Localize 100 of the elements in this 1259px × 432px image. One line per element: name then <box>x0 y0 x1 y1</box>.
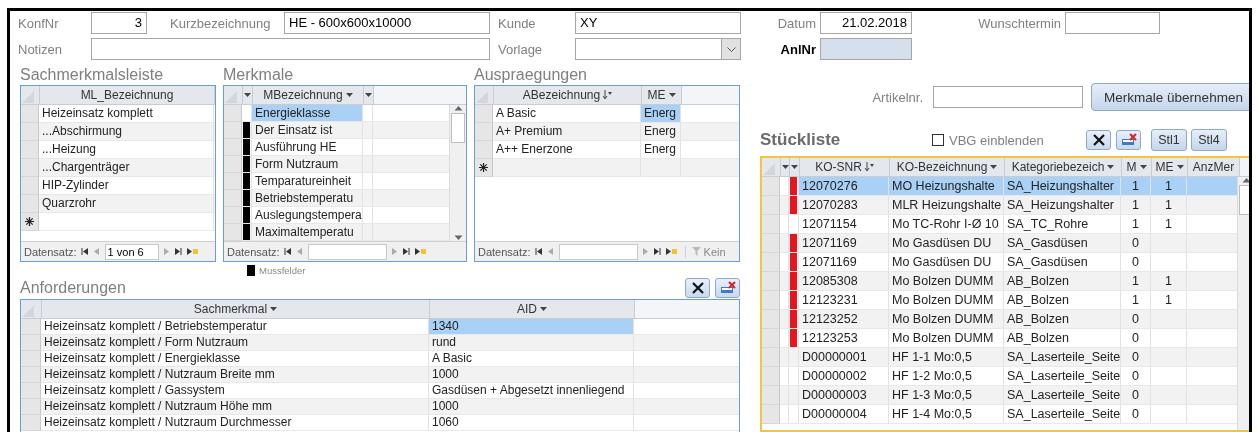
toolbar-button[interactable]: Stl4 <box>1191 129 1227 151</box>
text-field[interactable] <box>933 86 1083 108</box>
text-field[interactable]: 21.02.2018 <box>820 12 912 34</box>
select-all-corner[interactable] <box>475 86 494 104</box>
text-field[interactable] <box>91 38 490 60</box>
sort-icon[interactable] <box>864 162 874 172</box>
next-record-icon[interactable] <box>390 247 399 256</box>
column-header[interactable] <box>790 158 800 176</box>
table-cell: SA_Heizungshalter <box>1004 196 1121 215</box>
new-record-icon[interactable] <box>414 247 426 256</box>
dropdown-button[interactable] <box>721 39 740 59</box>
first-record-icon[interactable] <box>534 247 543 256</box>
record-number-field[interactable] <box>558 243 638 260</box>
sort-icon[interactable] <box>603 90 613 100</box>
new-record-icon <box>479 163 488 172</box>
delete-button[interactable] <box>685 278 710 298</box>
table-cell: Heizeinsatz komplett / Nutzraum Höhe mm <box>41 399 429 415</box>
record-number-field[interactable] <box>307 243 387 260</box>
column-header[interactable]: ME <box>1152 158 1188 176</box>
last-record-icon[interactable] <box>402 247 411 256</box>
text-field[interactable]: XY <box>575 12 741 34</box>
first-record-icon[interactable] <box>283 247 292 256</box>
table-cell: MLR Heizungshalte <box>889 196 1004 215</box>
text-field[interactable] <box>1065 12 1160 34</box>
table-row[interactable]: Der Einsatz ist <box>224 122 449 139</box>
delete-record-button[interactable] <box>715 278 740 298</box>
dropdown-arrow-icon[interactable] <box>345 93 353 97</box>
dropdown-arrow-icon[interactable] <box>365 93 372 97</box>
dropdown-arrow-icon[interactable] <box>1107 165 1115 169</box>
table-row[interactable]: 12070276 MO Heizungshalte SA_Heizungshalter 1 1 <box>762 177 1237 196</box>
column-header[interactable]: KO-SNR <box>800 158 890 176</box>
last-record-icon[interactable] <box>653 247 662 256</box>
column-header[interactable] <box>781 158 790 176</box>
table-row[interactable]: 12070283 MLR Heizungshalte SA_Heizungshalter 1 1 <box>762 196 1237 215</box>
delete-button[interactable] <box>1086 130 1111 150</box>
previous-record-icon[interactable] <box>92 247 101 256</box>
table-cell: 0 <box>1121 348 1151 367</box>
last-record-icon[interactable] <box>174 247 183 256</box>
column-header[interactable]: KO-Bezeichnung <box>890 158 1005 176</box>
dropdown-arrow-icon[interactable] <box>540 307 547 311</box>
table-row[interactable]: A+ Premium Energ <box>475 123 739 141</box>
new-record-icon[interactable] <box>186 247 198 256</box>
text-field[interactable] <box>820 38 912 60</box>
apply-button[interactable]: Merkmale übernehmen <box>1091 83 1249 111</box>
table-row[interactable]: 12071169 Mo Gasdüsen DU SA_Gasdüsen 0 <box>762 234 1237 253</box>
table-cell: SA_Heizungshalter <box>1004 177 1121 196</box>
table-row[interactable]: 12123252 Mo Bolzen DUMM AB_Bolzen 0 <box>762 310 1237 329</box>
dropdown-arrow-icon[interactable] <box>1176 165 1184 169</box>
text-field[interactable]: HE - 600x600x10000 <box>284 12 490 34</box>
table-cell: Heizeinsatz komplett / Nutzraum Breite mm <box>41 367 429 383</box>
checkbox[interactable] <box>932 134 944 146</box>
delete-record-button[interactable] <box>1116 130 1141 150</box>
table-row[interactable]: D00000001 HF 1-1 Mo:0,5 SA_Laserteile_Seite 0 <box>762 348 1237 367</box>
dropdown-arrow-icon[interactable] <box>1139 165 1147 169</box>
table-cell: Der Einsatz ist <box>252 122 363 139</box>
scrollbar[interactable] <box>449 105 466 241</box>
next-record-icon[interactable] <box>641 247 650 256</box>
row-selector[interactable] <box>475 159 493 177</box>
table-row[interactable]: Betriebstemperatu <box>224 190 449 207</box>
record-number-field[interactable]: 1 von 6 <box>104 243 159 260</box>
table-row[interactable]: Heizeinsatz komplett / Nutzraum Höhe mm 1000 <box>21 399 739 415</box>
table-row[interactable]: Form Nutzraum <box>224 156 449 173</box>
column-header[interactable]: ABezeichnung <box>494 86 642 104</box>
combo-box[interactable] <box>575 38 741 60</box>
column-header[interactable]: Kategoriebezeich <box>1005 158 1122 176</box>
next-record-icon[interactable] <box>162 247 171 256</box>
scroll-thumb[interactable] <box>451 113 465 143</box>
scrollbar[interactable] <box>1237 177 1249 430</box>
new-record-icon[interactable] <box>665 247 677 256</box>
select-all-corner[interactable] <box>21 86 40 104</box>
scroll-thumb[interactable] <box>1239 185 1249 215</box>
select-all-corner[interactable] <box>21 300 42 318</box>
toolbar-button[interactable]: Stl1 <box>1151 129 1187 151</box>
column-header[interactable]: M <box>1122 158 1152 176</box>
table-row[interactable]: Heizeinsatz komplett / Nutzraum Breite mm 1000 <box>21 367 739 383</box>
dropdown-arrow-icon[interactable] <box>791 165 798 169</box>
previous-record-icon[interactable] <box>295 247 304 256</box>
dropdown-arrow-icon[interactable] <box>781 165 789 169</box>
text-field[interactable]: 3 <box>91 12 147 34</box>
table-row[interactable]: Heizeinsatz komplett / Form Nutzraum rund <box>21 335 739 351</box>
filter-label: Kein <box>703 245 726 258</box>
column-header[interactable]: ML_Bezeichnung <box>40 86 215 104</box>
first-record-icon[interactable] <box>80 247 89 256</box>
table-cell: 1340 <box>429 319 634 335</box>
table-row[interactable]: Heizeinsatz komplett / Nutzraum Durchmesser 1060 <box>21 415 739 431</box>
column-header[interactable]: MBezeichnung <box>253 86 364 104</box>
table-row[interactable]: D00000003 HF 1-3 Mo:0,5 SA_Laserteile_Seite 0 <box>762 386 1237 405</box>
field-label: Kurzbezeichnung <box>170 15 272 31</box>
dropdown-arrow-icon[interactable] <box>990 165 998 169</box>
dropdown-arrow-icon[interactable] <box>244 93 251 97</box>
column-header[interactable]: Sachmerkmal <box>42 300 430 318</box>
table-row[interactable]: 12085308 Mo Bolzen DUMM AB_Bolzen 1 1 <box>762 272 1237 291</box>
field-label: Vorlage <box>498 41 544 57</box>
table-row[interactable]: Maximaltemperatu <box>224 224 449 241</box>
row-selector[interactable] <box>21 213 39 231</box>
dropdown-arrow-icon[interactable] <box>270 307 278 311</box>
table-cell: 1060 <box>429 415 634 431</box>
dropdown-arrow-icon[interactable] <box>668 93 676 97</box>
previous-record-icon[interactable] <box>546 247 555 256</box>
column-header[interactable] <box>243 86 253 104</box>
